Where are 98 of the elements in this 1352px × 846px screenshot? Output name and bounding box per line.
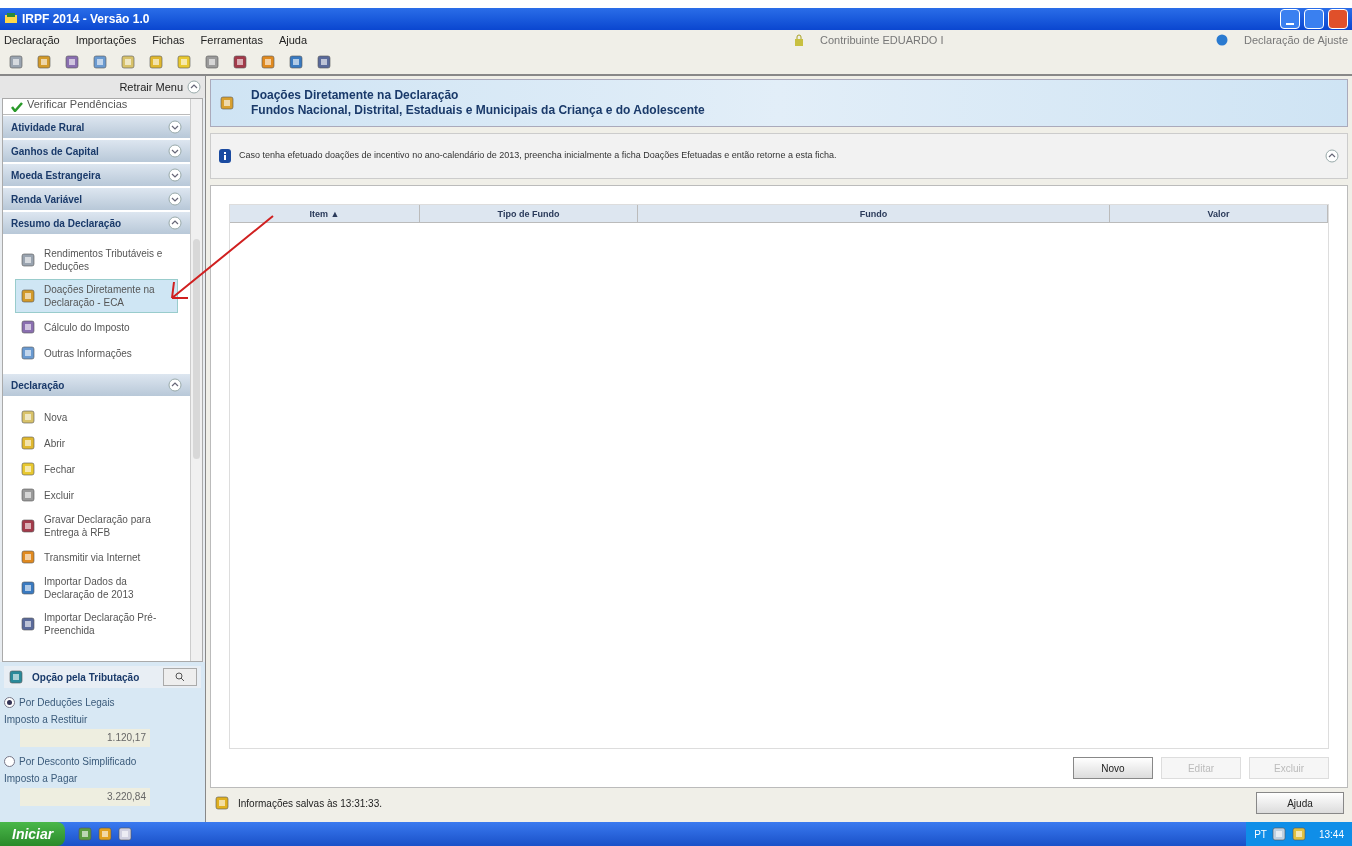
- radio-button[interactable]: [4, 756, 15, 767]
- menu-item[interactable]: Importações: [75, 31, 137, 49]
- info-message: Caso tenha efetuado doações de incentivo no ano-calendário de 2013, preencha inicialmente a ficha Doações Efetuadas e então retorne a esta ficha.: [239, 149, 838, 163]
- header-subtitle: Fundos Nacional, Distrital, Estaduais e Municipais da Criança e do Adolescente: [251, 103, 705, 118]
- toolbar-icon: [288, 54, 304, 70]
- sidebar-item[interactable]: Excluir: [15, 483, 178, 507]
- taxpayer-label: Contribuinte EDUARDO I: [820, 32, 945, 48]
- saved-icon: [214, 795, 230, 811]
- section-header[interactable]: Renda Variável: [3, 188, 190, 211]
- search-icon: [175, 672, 185, 682]
- menu-item[interactable]: Ajuda: [278, 31, 308, 49]
- sidebar-item[interactable]: Verificar Pendências: [27, 99, 128, 109]
- collapse-icon[interactable]: [187, 80, 201, 94]
- toolbar-icon: [204, 54, 220, 70]
- help-button[interactable]: Ajuda: [1256, 792, 1344, 814]
- sidebar-item[interactable]: Abrir: [15, 431, 178, 455]
- toolbar-icon: [120, 54, 136, 70]
- sidebar-item[interactable]: Cálculo do Imposto: [15, 315, 178, 339]
- status-message: Informações salvas às 13:31:33.: [238, 796, 383, 811]
- action-button[interactable]: Novo: [1073, 757, 1153, 779]
- section-header[interactable]: Resumo da Declaração: [3, 212, 190, 235]
- menu-item[interactable]: Declaração: [4, 31, 60, 49]
- tray-icon: [1270, 826, 1287, 842]
- toolbar-icon: [8, 54, 24, 70]
- column-header[interactable]: Tipo de Fundo: [420, 205, 638, 222]
- header-title: Doações Diretamente na Declaração: [251, 88, 460, 103]
- toolbar-icon: [148, 54, 164, 70]
- value-field: 3.220,84: [20, 788, 150, 806]
- quick-launch-icon: [77, 826, 94, 842]
- tax-icon: [8, 669, 24, 685]
- window-title: IRPF 2014 - Versão 1.0: [22, 11, 150, 28]
- radio-button[interactable]: [4, 697, 15, 708]
- info-icon: [219, 149, 231, 163]
- radio-label[interactable]: Por Desconto Simplificado: [19, 754, 137, 769]
- padlock-icon: [794, 34, 805, 46]
- item-icon: [20, 518, 36, 534]
- item-icon: [20, 252, 36, 268]
- item-icon: [20, 409, 36, 425]
- expand-icon[interactable]: [168, 144, 182, 158]
- column-header[interactable]: Item ▲: [230, 205, 420, 222]
- item-icon: [20, 435, 36, 451]
- column-header[interactable]: Valor: [1110, 205, 1328, 222]
- menu-item[interactable]: Ferramentas: [200, 31, 263, 49]
- expand-icon[interactable]: [168, 168, 182, 182]
- minimize-button[interactable]: [1280, 9, 1300, 29]
- declaration-type: Declaração de Ajuste: [1244, 32, 1348, 48]
- maximize-button[interactable]: [1304, 9, 1324, 29]
- check-icon: [11, 101, 23, 112]
- quick-launch-icon: [97, 826, 114, 842]
- expand-icon[interactable]: [168, 192, 182, 206]
- item-icon: [20, 288, 36, 304]
- item-icon: [20, 487, 36, 503]
- item-icon: [20, 616, 36, 632]
- quick-launch-icon: [117, 826, 134, 842]
- scrollbar[interactable]: [190, 99, 202, 661]
- sidebar-item[interactable]: Fechar: [15, 457, 178, 481]
- item-icon: [20, 580, 36, 596]
- item-icon: [20, 319, 36, 335]
- close-button[interactable]: [1328, 9, 1348, 29]
- search-button[interactable]: [163, 668, 197, 686]
- toolbar-icon: [64, 54, 80, 70]
- collapse-icon[interactable]: [1325, 149, 1339, 163]
- expand-icon[interactable]: [168, 120, 182, 134]
- section-header[interactable]: Moeda Estrangeira: [3, 164, 190, 187]
- section-header[interactable]: Declaração: [3, 374, 190, 397]
- sidebar-item[interactable]: Doações Diretamente na Declaração - ECA: [15, 279, 178, 313]
- field-label: Imposto a Restituir: [4, 713, 89, 727]
- radio-label[interactable]: Por Deduções Legais: [19, 695, 115, 710]
- column-header[interactable]: Fundo: [638, 205, 1110, 222]
- toolbar-icon: [316, 54, 332, 70]
- toolbar-icon: [36, 54, 52, 70]
- tray-icon: [1290, 826, 1307, 842]
- item-icon: [20, 549, 36, 565]
- donation-icon: [219, 95, 235, 111]
- value-field: 1.120,17: [20, 729, 150, 747]
- toolbar-icon: [232, 54, 248, 70]
- collapse-icon[interactable]: [168, 216, 182, 230]
- sidebar-item[interactable]: Transmitir via Internet: [15, 545, 178, 569]
- sidebar-item[interactable]: Nova: [15, 405, 178, 429]
- collapse-icon[interactable]: [168, 378, 182, 392]
- sidebar-item[interactable]: Importar Dados da Declaração de 2013: [15, 571, 178, 605]
- toolbar-icon: [176, 54, 192, 70]
- section-header[interactable]: Atividade Rural: [3, 116, 190, 139]
- panel-title: Opção pela Tributação: [32, 670, 141, 685]
- sidebar-item[interactable]: Gravar Declaração para Entrega à RFB: [15, 509, 178, 543]
- section-header[interactable]: Ganhos de Capital: [3, 140, 190, 163]
- field-label: Imposto a Pagar: [4, 772, 79, 786]
- clock: 13:44: [1318, 827, 1344, 842]
- sidebar-item[interactable]: Importar Declaração Pré-Preenchida: [15, 607, 178, 641]
- toolbar-icon: [260, 54, 276, 70]
- item-icon: [20, 461, 36, 477]
- item-icon: [20, 345, 36, 361]
- app-icon: [4, 12, 18, 26]
- toolbar-icon: [92, 54, 108, 70]
- sidebar-item[interactable]: Rendimentos Tributáveis e Deduções: [15, 243, 178, 277]
- menu-item[interactable]: Fichas: [152, 31, 185, 49]
- sidebar-item[interactable]: Outras Informações: [15, 341, 178, 365]
- globe-icon: [1216, 34, 1229, 46]
